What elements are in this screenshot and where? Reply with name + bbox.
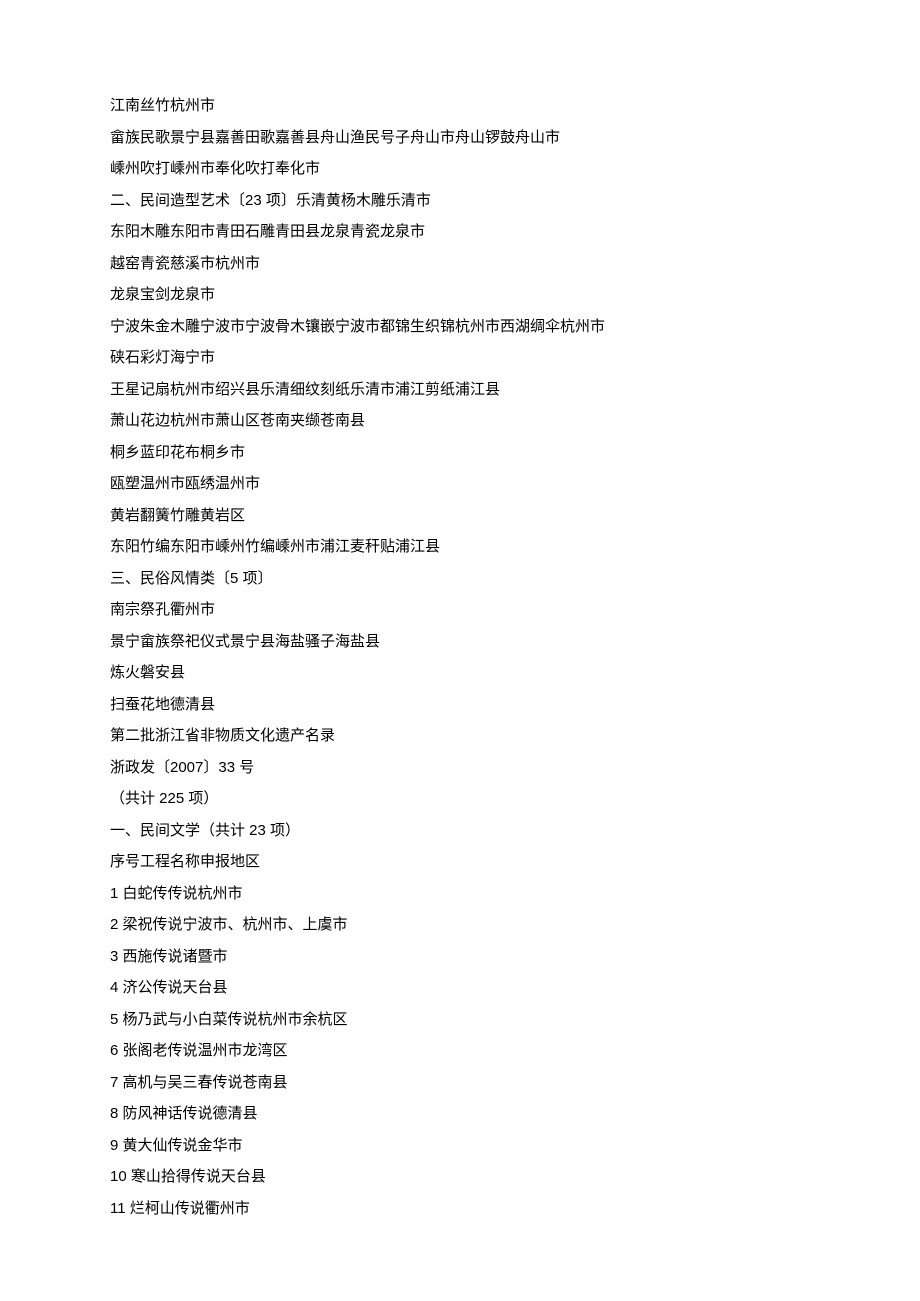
text-line: 东阳木雕东阳市青田石雕青田县龙泉青瓷龙泉市 — [110, 216, 810, 248]
text-line: 嵊州吹打嵊州市奉化吹打奉化市 — [110, 153, 810, 185]
text-line: 扫蚕花地德清县 — [110, 689, 810, 721]
text-line: 9 黄大仙传说金华市 — [110, 1130, 810, 1162]
text-line: 越窑青瓷慈溪市杭州市 — [110, 248, 810, 280]
text-line: 炼火磐安县 — [110, 657, 810, 689]
text-line: 2 梁祝传说宁波市、杭州市、上虞市 — [110, 909, 810, 941]
text-line: 浙政发〔2007〕33 号 — [110, 752, 810, 784]
text-line: 6 张阁老传说温州市龙湾区 — [110, 1035, 810, 1067]
text-line: 5 杨乃武与小白菜传说杭州市余杭区 — [110, 1004, 810, 1036]
text-line: 萧山花边杭州市萧山区苍南夹缬苍南县 — [110, 405, 810, 437]
text-line: 3 西施传说诸暨市 — [110, 941, 810, 973]
text-line: 4 济公传说天台县 — [110, 972, 810, 1004]
text-line: 王星记扇杭州市绍兴县乐清细纹刻纸乐清市浦江剪纸浦江县 — [110, 374, 810, 406]
document-body: 江南丝竹杭州市畲族民歌景宁县嘉善田歌嘉善县舟山渔民号子舟山市舟山锣鼓舟山市嵊州吹… — [110, 90, 810, 1224]
text-line: 桐乡蓝印花布桐乡市 — [110, 437, 810, 469]
text-line: 序号工程名称申报地区 — [110, 846, 810, 878]
text-line: 三、民俗风情类〔5 项〕 — [110, 563, 810, 595]
text-line: 宁波朱金木雕宁波市宁波骨木镶嵌宁波市都锦生织锦杭州市西湖绸伞杭州市 — [110, 311, 810, 343]
text-line: 1 白蛇传传说杭州市 — [110, 878, 810, 910]
text-line: 黄岩翻簧竹雕黄岩区 — [110, 500, 810, 532]
text-line: 龙泉宝剑龙泉市 — [110, 279, 810, 311]
text-line: 一、民间文学（共计 23 项） — [110, 815, 810, 847]
text-line: （共计 225 项） — [110, 783, 810, 815]
text-line: 江南丝竹杭州市 — [110, 90, 810, 122]
text-line: 东阳竹编东阳市嵊州竹编嵊州市浦江麦秆贴浦江县 — [110, 531, 810, 563]
text-line: 硖石彩灯海宁市 — [110, 342, 810, 374]
text-line: 8 防风神话传说德清县 — [110, 1098, 810, 1130]
text-line: 南宗祭孔衢州市 — [110, 594, 810, 626]
text-line: 10 寒山拾得传说天台县 — [110, 1161, 810, 1193]
text-line: 7 高机与吴三春传说苍南县 — [110, 1067, 810, 1099]
text-line: 畲族民歌景宁县嘉善田歌嘉善县舟山渔民号子舟山市舟山锣鼓舟山市 — [110, 122, 810, 154]
text-line: 景宁畲族祭祀仪式景宁县海盐骚子海盐县 — [110, 626, 810, 658]
text-line: 二、民间造型艺术〔23 项〕乐清黄杨木雕乐清市 — [110, 185, 810, 217]
text-line: 第二批浙江省非物质文化遗产名录 — [110, 720, 810, 752]
text-line: 11 烂柯山传说衢州市 — [110, 1193, 810, 1225]
text-line: 瓯塑温州市瓯绣温州市 — [110, 468, 810, 500]
